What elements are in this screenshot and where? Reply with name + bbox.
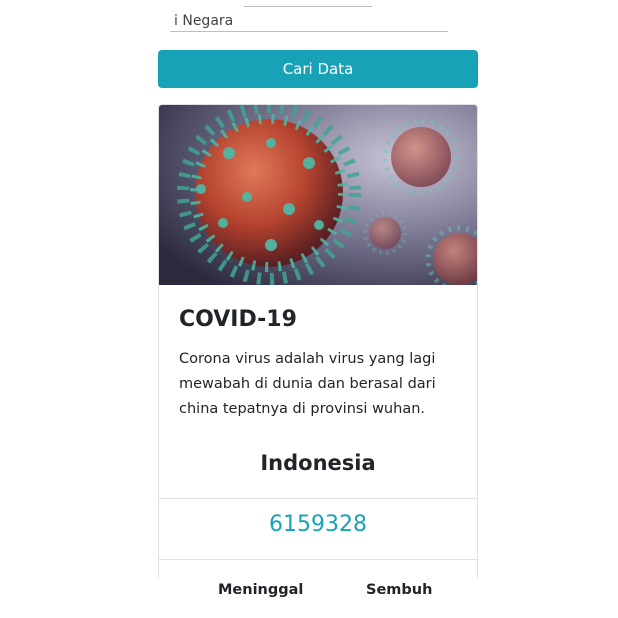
case-count: 6159328 xyxy=(269,512,367,537)
divider xyxy=(159,498,477,499)
top-divider xyxy=(244,6,372,7)
death-label: Meninggal xyxy=(218,582,304,598)
recovered-label: Sembuh xyxy=(366,582,433,598)
virus-image xyxy=(159,105,477,285)
card-description: Corona virus adalah virus yang lagi mewa… xyxy=(179,351,436,417)
search-data-button[interactable]: Cari Data xyxy=(158,50,478,88)
page: Cari Data xyxy=(0,0,618,618)
divider xyxy=(159,559,477,560)
card-title: COVID-19 xyxy=(179,307,297,332)
country-name: Indonesia xyxy=(260,451,376,475)
covid-card: COVID-19 Corona virus adalah virus yang … xyxy=(158,104,478,580)
country-input[interactable] xyxy=(170,10,448,32)
stats-labels-row: Meninggal Sembuh xyxy=(0,578,618,618)
